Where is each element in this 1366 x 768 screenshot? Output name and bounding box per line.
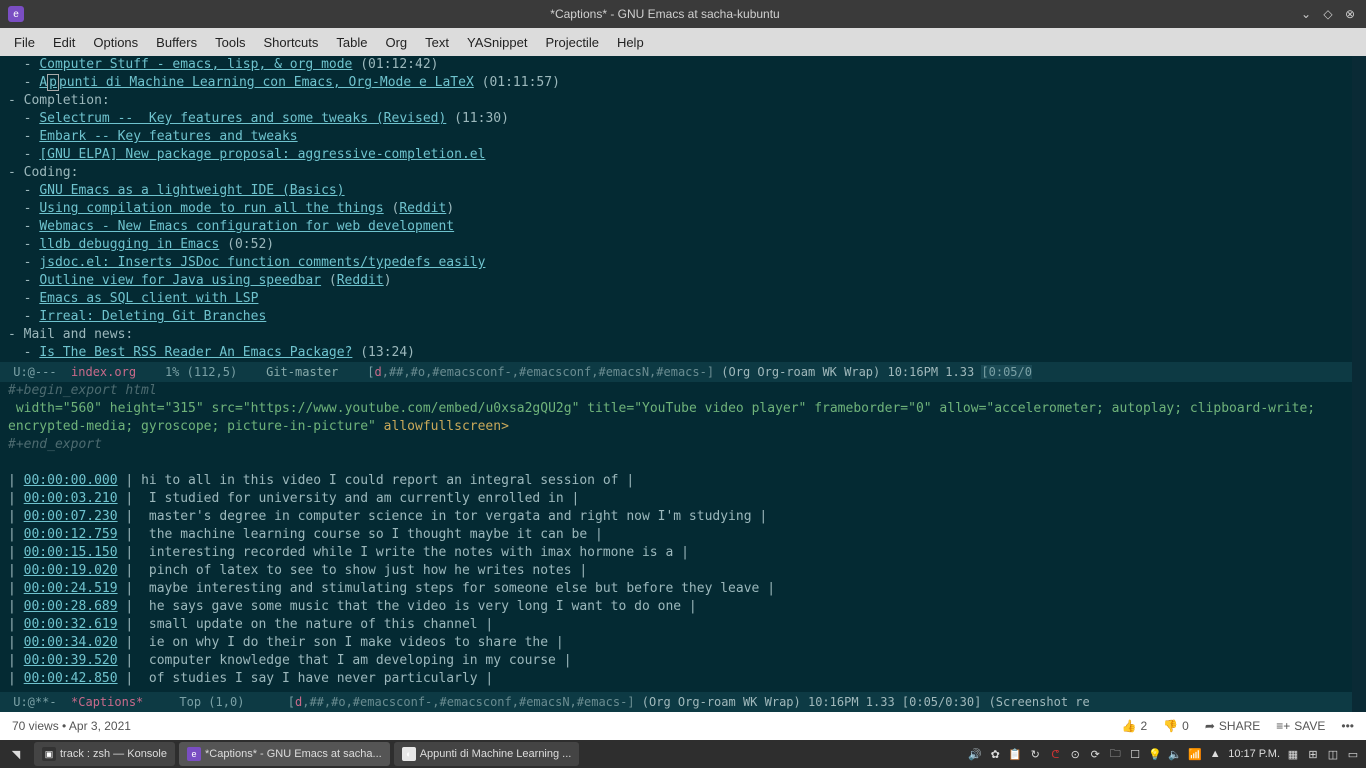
org-link[interactable]: Computer Stuff - emacs, lisp, & org mode [39, 57, 352, 72]
org-link[interactable]: Irreal: Deleting Git Branches [39, 309, 266, 324]
tray-icon[interactable]: ⊙ [1068, 748, 1082, 761]
org-link[interactable]: Using compilation mode to run all the th… [39, 201, 383, 216]
taskbar-task[interactable]: ◐Appunti di Machine Learning ... [394, 742, 580, 766]
taskbar-task[interactable]: ▣track : zsh — Konsole [34, 742, 175, 766]
timestamp-link[interactable]: 00:00:24.519 [24, 581, 118, 596]
org-link[interactable]: Embark -- Key features and tweaks [39, 129, 297, 144]
menu-buffers[interactable]: Buffers [148, 32, 205, 53]
tray-icon[interactable]: ✿ [988, 748, 1002, 761]
buffer-captions[interactable]: #+begin_export html width="560" height="… [0, 382, 1352, 692]
tray-icon[interactable]: ⊞ [1306, 748, 1320, 761]
timestamp-link[interactable]: 00:00:03.210 [24, 491, 118, 506]
youtube-info-bar: 70 views • Apr 3, 2021 👍 2 👎 0 ➦ SHARE ≡… [0, 712, 1366, 740]
menu-text[interactable]: Text [417, 32, 457, 53]
window-controls: ⌄ ◇ ⊗ [1298, 6, 1358, 22]
modeline-top[interactable]: U:@--- index.org 1% (112,5) Git-master [… [0, 362, 1352, 382]
wifi-icon[interactable]: 📶 [1188, 748, 1202, 761]
dislike-button[interactable]: 👎 0 [1163, 719, 1189, 733]
more-icon[interactable]: ••• [1341, 719, 1354, 733]
timestamp-link[interactable]: 00:00:42.850 [24, 671, 118, 686]
menu-shortcuts[interactable]: Shortcuts [255, 32, 326, 53]
emacs-menubar: FileEditOptionsBuffersToolsShortcutsTabl… [0, 28, 1366, 56]
tray-icon[interactable]: ᕦ [1048, 748, 1062, 761]
tray-icon[interactable]: ⟳ [1088, 748, 1102, 761]
org-link[interactable]: Reddit [399, 201, 446, 216]
org-link[interactable]: Emacs as SQL client with LSP [39, 291, 258, 306]
org-link[interactable]: Outline view for Java using speedbar [39, 273, 321, 288]
clock[interactable]: 10:17 P.M. [1228, 748, 1280, 760]
tray-icon[interactable]: ↻ [1028, 748, 1042, 761]
scrollbar[interactable] [1352, 56, 1366, 712]
tray-icon[interactable]: 🗀 [1108, 745, 1122, 764]
close-icon[interactable]: ⊗ [1342, 6, 1358, 22]
menu-table[interactable]: Table [328, 32, 375, 53]
timestamp-link[interactable]: 00:00:15.150 [24, 545, 118, 560]
save-button[interactable]: ≡+ SAVE [1276, 719, 1325, 733]
org-link[interactable]: GNU Emacs as a lightweight IDE (Basics) [39, 183, 344, 198]
timestamp-link[interactable]: 00:00:00.000 [24, 473, 118, 488]
tray-icon[interactable]: ◫ [1326, 748, 1340, 761]
emacs-app-icon: e [8, 6, 24, 22]
buffer-index-org[interactable]: - Computer Stuff - emacs, lisp, & org mo… [0, 56, 1352, 362]
like-button[interactable]: 👍 2 [1122, 719, 1148, 733]
modeline-bottom[interactable]: U:@**- *Captions* Top (1,0) [d,##,#o,#em… [0, 692, 1352, 712]
taskbar-task[interactable]: e*Captions* - GNU Emacs at sacha... [179, 742, 390, 766]
org-link[interactable]: [GNU ELPA] New package proposal: aggress… [39, 147, 485, 162]
org-link[interactable]: jsdoc.el: Inserts JSDoc function comment… [39, 255, 485, 270]
tray-icon[interactable]: ▦ [1286, 748, 1300, 761]
timestamp-link[interactable]: 00:00:32.619 [24, 617, 118, 632]
menu-help[interactable]: Help [609, 32, 652, 53]
timestamp-link[interactable]: 00:00:12.759 [24, 527, 118, 542]
window-titlebar: e *Captions* - GNU Emacs at sacha-kubunt… [0, 0, 1366, 28]
org-link[interactable]: Is The Best RSS Reader An Emacs Package? [39, 345, 352, 360]
org-link[interactable]: Webmacs - New Emacs configuration for we… [39, 219, 454, 234]
org-link[interactable]: Appunti di Machine Learning con Emacs, O… [39, 74, 473, 91]
tray-icon[interactable]: ☐ [1128, 748, 1142, 761]
share-button[interactable]: ➦ SHARE [1205, 719, 1260, 733]
menu-file[interactable]: File [6, 32, 43, 53]
window-title: *Captions* - GNU Emacs at sacha-kubuntu [32, 7, 1298, 21]
timestamp-link[interactable]: 00:00:07.230 [24, 509, 118, 524]
video-views: 70 views • Apr 3, 2021 [12, 719, 131, 733]
system-tray: 🔊 ✿ 📋 ↻ ᕦ ⊙ ⟳ 🗀 ☐ 💡 🔈 📶 ▲ 10:17 P.M. ▦ ⊞… [962, 745, 1366, 764]
menu-edit[interactable]: Edit [45, 32, 83, 53]
menu-org[interactable]: Org [377, 32, 415, 53]
timestamp-link[interactable]: 00:00:19.020 [24, 563, 118, 578]
menu-tools[interactable]: Tools [207, 32, 253, 53]
maximize-icon[interactable]: ◇ [1320, 6, 1336, 22]
app-launcher-icon[interactable]: ◥ [0, 740, 32, 768]
up-icon[interactable]: ▲ [1208, 748, 1222, 760]
editor-area: - Computer Stuff - emacs, lisp, & org mo… [0, 56, 1366, 712]
bulb-icon[interactable]: 💡 [1148, 748, 1162, 761]
show-desktop-icon[interactable]: ▭ [1346, 748, 1360, 761]
menu-yasnippet[interactable]: YASnippet [459, 32, 535, 53]
volume-icon[interactable]: 🔊 [968, 748, 982, 761]
org-link[interactable]: Selectrum -- Key features and some tweak… [39, 111, 446, 126]
org-link[interactable]: lldb debugging in Emacs [39, 237, 219, 252]
desktop-taskbar: ◥ ▣track : zsh — Konsolee*Captions* - GN… [0, 740, 1366, 768]
clipboard-icon[interactable]: 📋 [1008, 748, 1022, 761]
timestamp-link[interactable]: 00:00:34.020 [24, 635, 118, 650]
sound-icon[interactable]: 🔈 [1168, 748, 1182, 761]
menu-options[interactable]: Options [85, 32, 146, 53]
menu-projectile[interactable]: Projectile [537, 32, 606, 53]
org-link[interactable]: Reddit [337, 273, 384, 288]
minimize-icon[interactable]: ⌄ [1298, 6, 1314, 22]
timestamp-link[interactable]: 00:00:28.689 [24, 599, 118, 614]
timestamp-link[interactable]: 00:00:39.520 [24, 653, 118, 668]
